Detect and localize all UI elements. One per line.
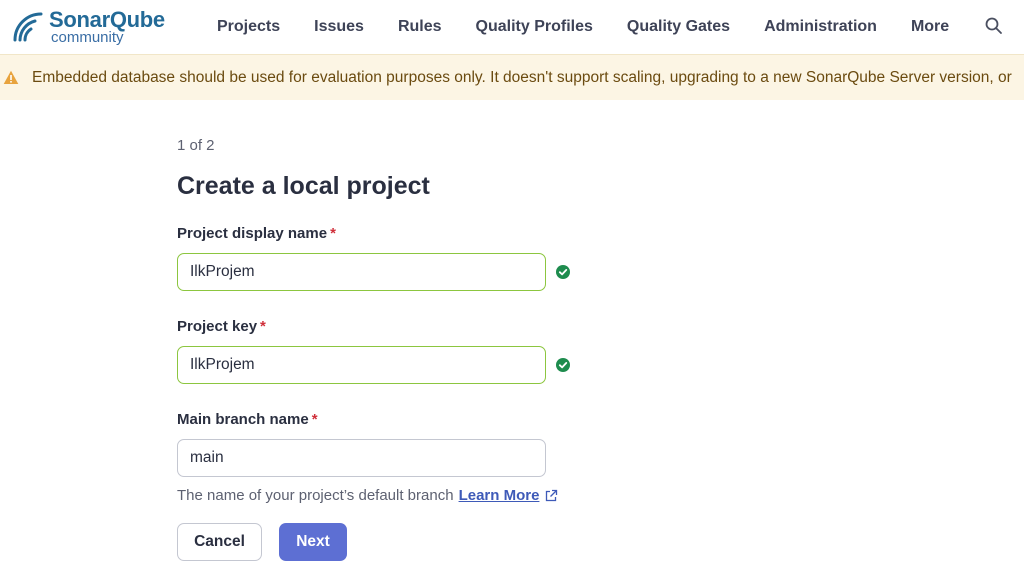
nav-quality-profiles[interactable]: Quality Profiles: [459, 18, 610, 36]
logo-edition: community: [51, 29, 124, 46]
top-navigation-bar: SonarQube community Projects Issues Rule…: [0, 0, 1024, 54]
nav-administration[interactable]: Administration: [747, 18, 894, 36]
main-branch-name-label: Main branch name *: [177, 411, 318, 428]
project-key-input[interactable]: [177, 346, 546, 384]
valid-check-icon: [556, 265, 570, 279]
help-text: The name of your project’s default branc…: [177, 487, 454, 504]
project-key-label: Project key *: [177, 318, 266, 335]
project-key-label-text: Project key: [177, 318, 258, 335]
project-display-name-label: Project display name *: [177, 225, 336, 242]
main-branch-name-input[interactable]: [177, 439, 546, 477]
valid-check-icon: [556, 358, 570, 372]
project-display-name-label-text: Project display name: [177, 225, 328, 242]
required-mark: *: [330, 225, 336, 242]
nav-rules[interactable]: Rules: [381, 18, 459, 36]
nav-issues[interactable]: Issues: [297, 18, 381, 36]
search-icon[interactable]: [984, 16, 1004, 36]
page-title: Create a local project: [177, 172, 430, 200]
nav-projects[interactable]: Projects: [200, 18, 297, 36]
project-display-name-input[interactable]: [177, 253, 546, 291]
required-mark: *: [311, 411, 318, 428]
learn-more-label: Learn More: [458, 487, 540, 504]
main-branch-name-label-text: Main branch name: [177, 411, 309, 428]
cancel-button[interactable]: Cancel: [177, 523, 262, 561]
branch-help-text: The name of your project’s default branc…: [177, 487, 558, 504]
required-mark: *: [260, 318, 266, 335]
sonar-waves-icon: [13, 12, 43, 42]
next-button[interactable]: Next: [279, 523, 347, 561]
warning-text: Embedded database should be used for eva…: [32, 69, 1012, 86]
warning-icon: [3, 70, 19, 84]
step-indicator: 1 of 2: [177, 137, 215, 154]
nav-more[interactable]: More: [894, 18, 966, 36]
logo-name: SonarQube: [49, 7, 165, 32]
main-nav: Projects Issues Rules Quality Profiles Q…: [200, 0, 966, 54]
sonarqube-logo[interactable]: SonarQube community: [11, 8, 165, 46]
database-warning-banner: Embedded database should be used for eva…: [0, 54, 1024, 100]
learn-more-link[interactable]: Learn More: [459, 487, 559, 504]
nav-quality-gates[interactable]: Quality Gates: [610, 18, 747, 36]
external-link-icon: [546, 489, 558, 501]
